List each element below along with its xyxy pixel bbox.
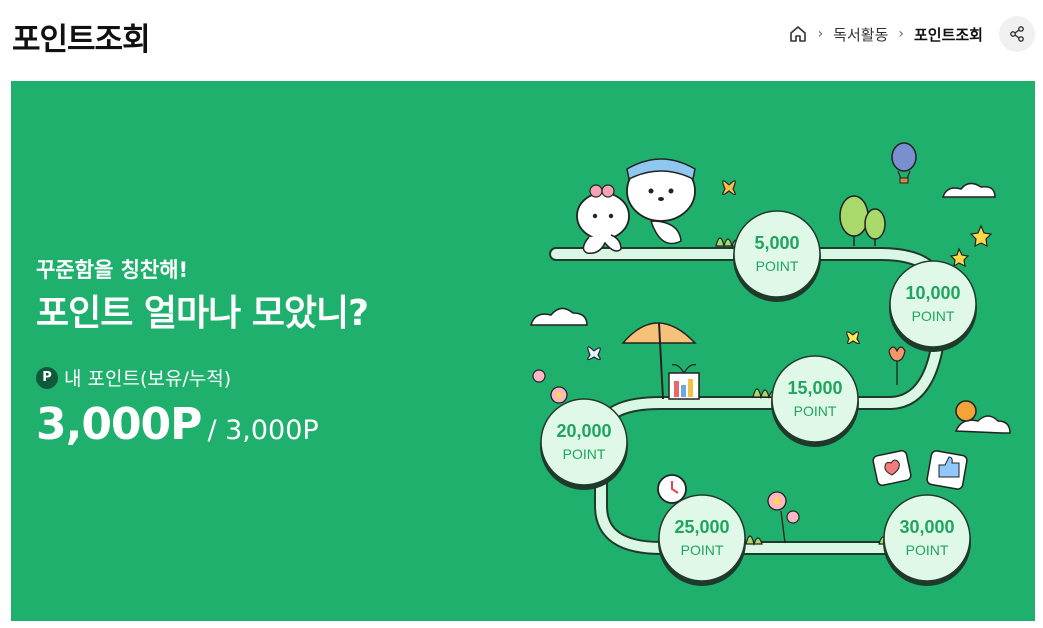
butterfly-icon	[846, 331, 860, 345]
like-card-icon	[926, 450, 968, 490]
milestone-25000: 25,000 POINT	[658, 494, 746, 586]
tulip-icon	[888, 346, 906, 385]
milestone-amount: 10,000	[905, 283, 960, 303]
milestone-15000: 15,000 POINT	[771, 355, 859, 447]
page-title: 포인트조회	[12, 22, 151, 58]
milestone-amount: 30,000	[899, 517, 954, 537]
chevron-right-icon: ›	[817, 26, 824, 42]
milestone-illustration: 5,000 POINT 10,000 POINT 15,000 POINT 20…	[530, 142, 1011, 586]
sun-icon	[955, 400, 977, 422]
cloud-icon	[530, 307, 588, 326]
balloon-icon	[891, 142, 917, 184]
points-banner: 꾸준함을 칭찬해! 포인트 얼마나 모았니? P 내 포인트(보유/누적) 3,…	[11, 81, 1035, 621]
flower-icon	[767, 491, 800, 544]
puppy-icon	[626, 158, 696, 245]
breadcrumb-item-reading[interactable]: 독서활동	[833, 24, 888, 45]
breadcrumb: › 독서활동 › 포인트조회	[788, 22, 983, 46]
share-button[interactable]	[999, 16, 1035, 52]
heart-card-icon	[872, 449, 912, 487]
tree-icon	[839, 195, 886, 246]
milestone-20000: 20,000 POINT	[540, 398, 628, 490]
breadcrumb-item-current: 포인트조회	[913, 25, 983, 44]
milestone-10000: 10,000 POINT	[889, 260, 977, 352]
milestone-amount: 15,000	[787, 378, 842, 398]
milestone-unit: POINT	[563, 446, 606, 462]
cloud-icon	[941, 182, 996, 198]
milestone-unit: POINT	[756, 258, 799, 274]
milestone-30000: 30,000 POINT	[883, 494, 971, 586]
butterfly-icon	[722, 180, 736, 196]
milestone-amount: 5,000	[754, 233, 799, 253]
milestone-amount: 25,000	[674, 517, 729, 537]
milestone-5000: 5,000 POINT	[733, 210, 821, 302]
butterfly-icon	[587, 346, 601, 361]
plant-box-icon	[668, 364, 700, 400]
alarm-clock-icon	[657, 474, 687, 504]
milestone-unit: POINT	[906, 542, 949, 558]
chevron-right-icon: ›	[898, 26, 904, 42]
milestone-unit: POINT	[912, 308, 955, 324]
puppy-icon	[576, 184, 630, 255]
milestone-unit: POINT	[681, 542, 724, 558]
home-icon[interactable]	[788, 24, 808, 44]
page-header: 포인트조회 › 독서활동 › 포인트조회	[0, 0, 1043, 80]
flower-icon	[532, 369, 568, 404]
grass-icon	[745, 535, 763, 547]
share-icon	[1010, 26, 1024, 42]
milestone-unit: POINT	[794, 403, 837, 419]
star-icon	[969, 224, 993, 248]
star-icon	[949, 247, 970, 268]
milestone-amount: 20,000	[556, 421, 611, 441]
